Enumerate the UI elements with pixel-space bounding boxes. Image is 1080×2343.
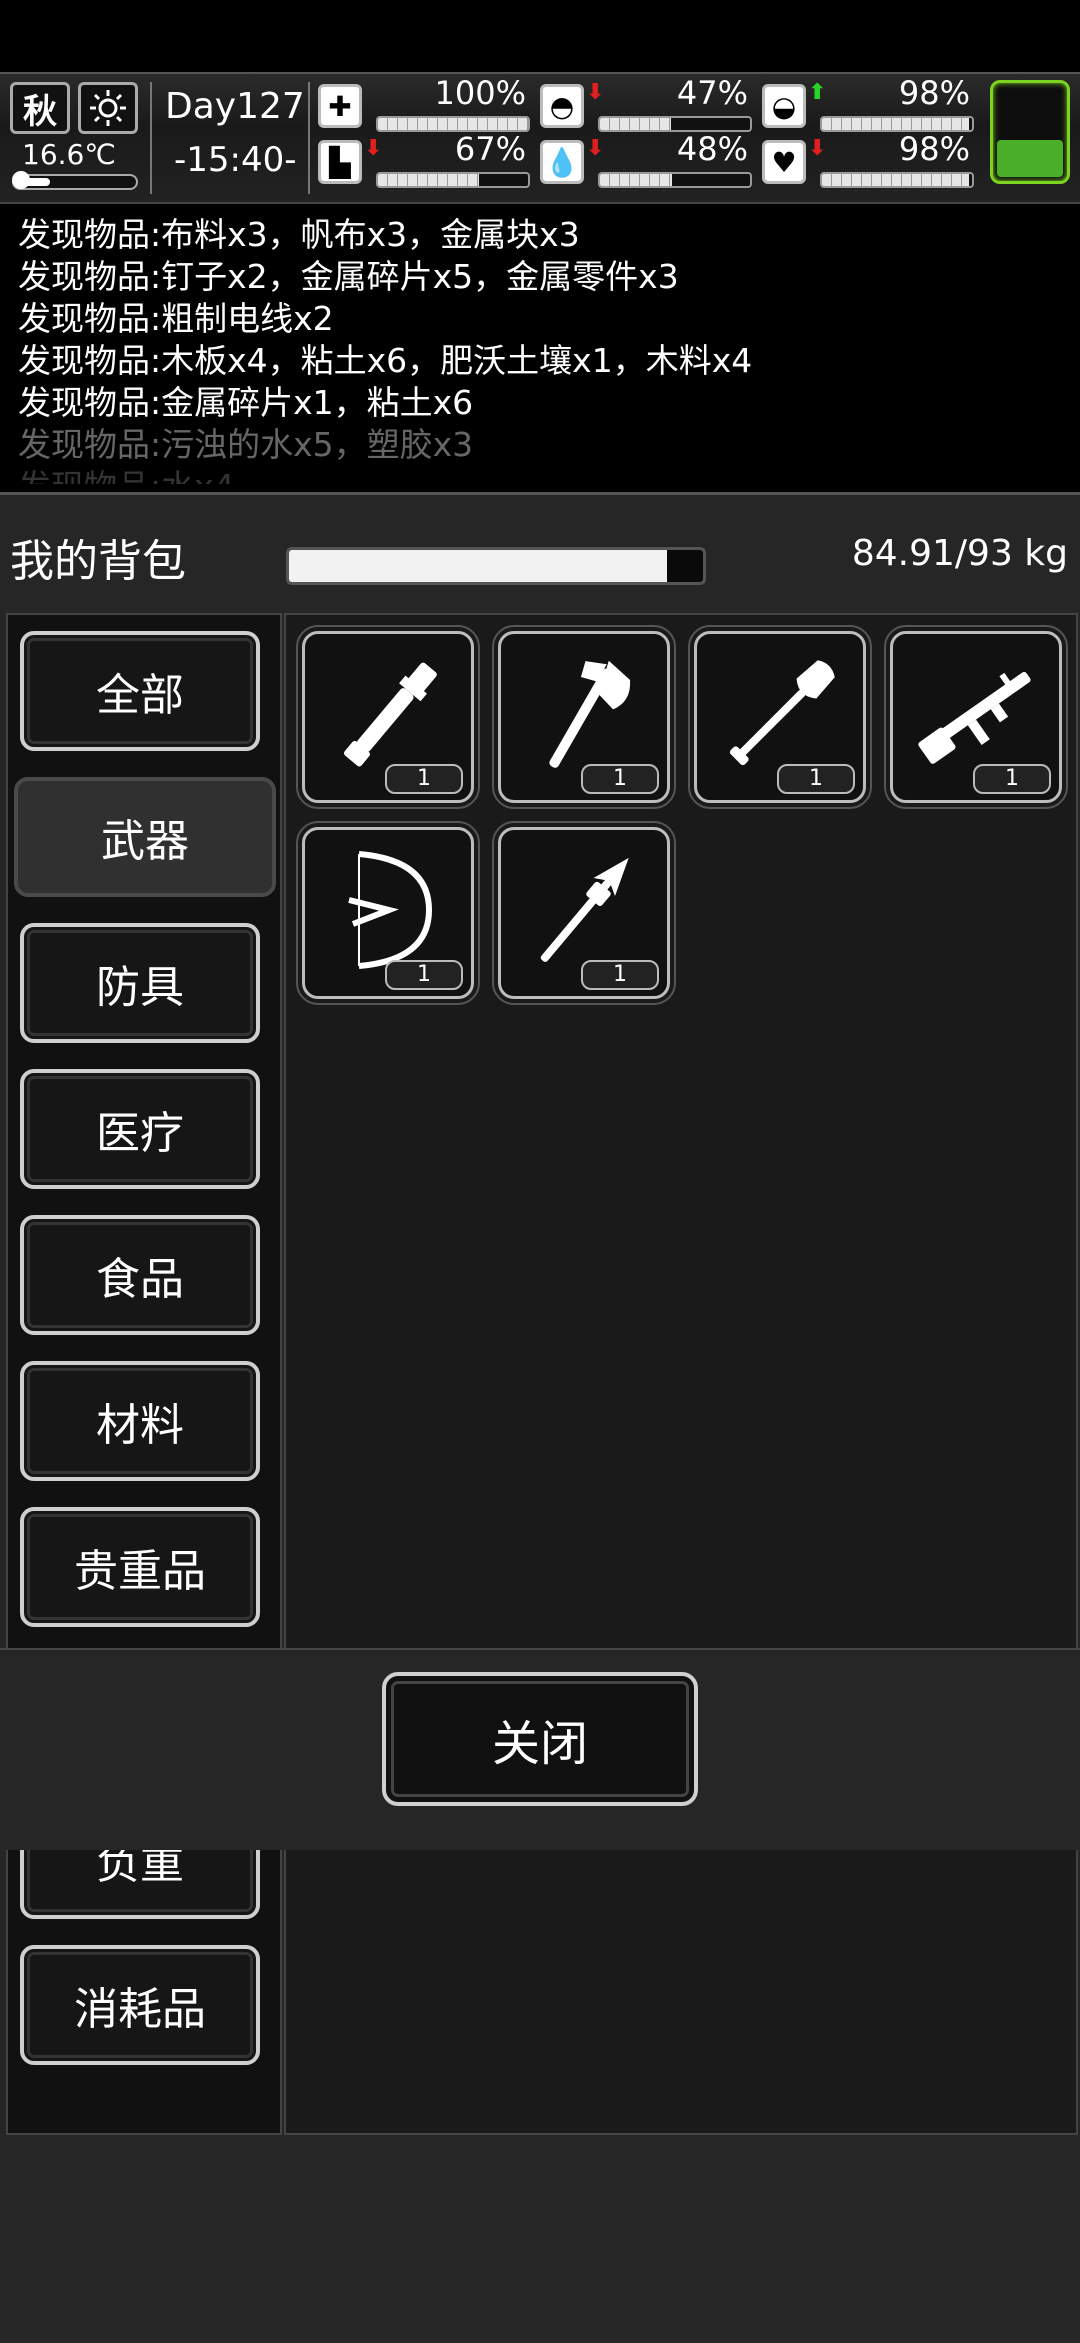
page-title: 我的背包: [10, 536, 186, 587]
tab-category-3[interactable]: 医疗: [20, 1069, 260, 1189]
weight-bar: [286, 547, 706, 585]
pipe-wrench-icon: [343, 662, 437, 767]
season-badge: 秋: [10, 82, 70, 134]
first-aid-icon: ✚: [318, 84, 362, 128]
item-quantity-badge: 1: [581, 960, 659, 990]
arrow-up-icon: ⬆: [808, 80, 827, 105]
tab-category-5[interactable]: 材料: [20, 1361, 260, 1481]
stat-value: 100%: [434, 74, 526, 112]
item-grid: 1 1 1 1 1 1: [284, 613, 1078, 2135]
category-sidebar: 全部武器防具医疗食品材料贵重品其他负重消耗品: [6, 613, 282, 2135]
arrow-down-icon: ⬇: [586, 136, 605, 161]
stat-value: 48%: [676, 130, 748, 168]
tab-category-4[interactable]: 食品: [20, 1215, 260, 1335]
item-quantity-badge: 1: [581, 764, 659, 794]
log-line: 发现物品:污浊的水x5，塑胶x3: [18, 425, 474, 464]
footer-bar: 关闭: [0, 1648, 1080, 1850]
stat-bar: [820, 172, 974, 188]
message-log[interactable]: 发现物品:布料x3，帆布x3，金属块x3 发现物品:钉子x2，金属碎片x5，金属零…: [0, 204, 1080, 484]
arrow-down-icon: ⬇: [808, 136, 827, 161]
log-line: 发现物品:粗制电线x2: [18, 299, 334, 338]
tab-category-9[interactable]: 消耗品: [20, 1945, 260, 2065]
close-button[interactable]: 关闭: [382, 1672, 698, 1806]
shovel-icon: [729, 660, 835, 766]
divider: [308, 82, 310, 194]
item-quantity-badge: 1: [385, 764, 463, 794]
axe-icon: [549, 660, 631, 768]
stat-value: 67%: [454, 130, 526, 168]
weight-readout: 84.91/93 kg: [851, 533, 1068, 574]
leg-icon: ▙: [318, 140, 362, 184]
spear-icon: [540, 857, 629, 962]
backpack-panel: 我的背包 84.91/93 kg 全部武器防具医疗食品材料贵重品其他负重消耗品 …: [0, 492, 1080, 2343]
item-slot[interactable]: 1: [884, 625, 1068, 809]
item-slot[interactable]: 1: [492, 625, 676, 809]
tab-category-1[interactable]: 武器: [14, 777, 276, 897]
item-quantity-badge: 1: [777, 764, 855, 794]
item-quantity-badge: 1: [973, 764, 1051, 794]
log-line: 发现物品:木板x4，粘土x6，肥沃土壤x1，木料x4: [18, 341, 753, 380]
item-slot[interactable]: 1: [296, 625, 480, 809]
arrow-down-icon: ⬇: [364, 136, 383, 161]
item-slot[interactable]: 1: [492, 821, 676, 1005]
stat-health: ✚ 100%: [318, 74, 530, 136]
tab-category-2[interactable]: 防具: [20, 923, 260, 1043]
tab-category-0[interactable]: 全部: [20, 631, 260, 751]
stomach-icon: ◓: [540, 84, 584, 128]
tab-category-6[interactable]: 贵重品: [20, 1507, 260, 1627]
divider: [150, 82, 152, 194]
day-counter: Day127: [165, 86, 305, 127]
item-quantity-badge: 1: [385, 960, 463, 990]
item-slot[interactable]: 1: [296, 821, 480, 1005]
compound-bow-icon: [348, 851, 433, 969]
status-hud: 秋 16.6℃ Day127 -15:40- ✚ 100% ◓ ⬇ 47% ◒ ⬆ 98% ▙ ⬇…: [0, 72, 1080, 204]
stat-value: 47%: [676, 74, 748, 112]
item-slot[interactable]: 1: [688, 625, 872, 809]
stat-stamina: ▙ ⬇ 67%: [318, 130, 530, 192]
arrow-down-icon: ⬇: [586, 80, 605, 105]
rifle-icon: [918, 671, 1031, 764]
log-line: 发现物品:金属碎片x1，粘土x6: [18, 383, 474, 422]
temperature-label: 16.6℃: [22, 138, 116, 171]
helmet-icon: ◒: [762, 84, 806, 128]
stat-bar: [376, 172, 530, 188]
stat-thirst: 💧 ⬇ 48%: [540, 130, 752, 192]
stat-value: 98%: [898, 74, 970, 112]
sun-icon: [78, 82, 138, 134]
log-line: 发现物品:水x4: [18, 466, 1062, 484]
thermometer-bar: [12, 171, 138, 190]
stat-mood: ◒ ⬆ 98%: [762, 74, 974, 136]
log-line: 发现物品:钉子x2，金属碎片x5，金属零件x3: [18, 257, 679, 296]
log-line: 发现物品:布料x3，帆布x3，金属块x3: [18, 215, 580, 254]
stat-bar: [598, 172, 752, 188]
stat-hunger: ◓ ⬇ 47%: [540, 74, 752, 136]
game-clock: -15:40-: [174, 140, 297, 180]
battery-indicator[interactable]: [990, 80, 1070, 184]
heart-icon: ♥: [762, 140, 806, 184]
water-drop-icon: 💧: [540, 140, 584, 184]
stat-value: 98%: [898, 130, 970, 168]
stat-heart: ♥ ⬇ 98%: [762, 130, 974, 192]
